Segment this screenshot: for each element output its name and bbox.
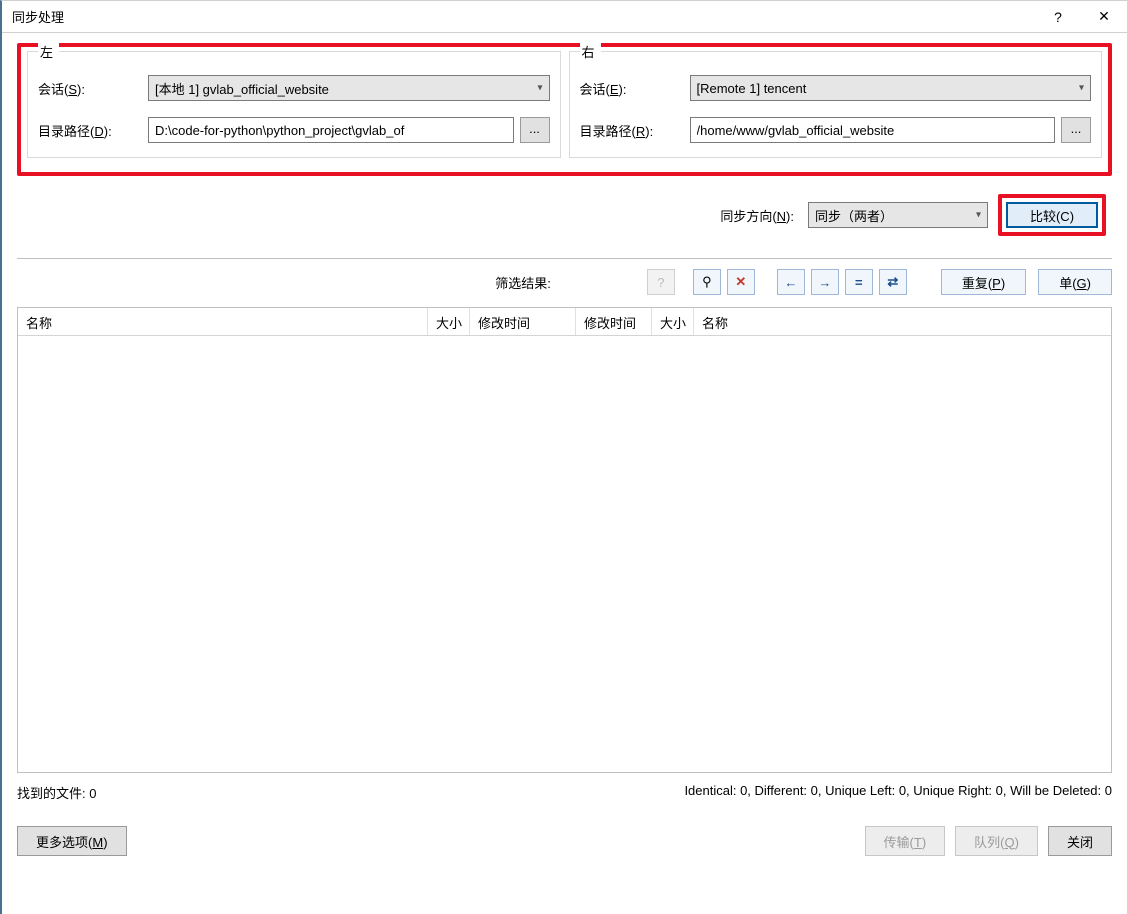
right-path-row: 目录路径(R): ... (580, 117, 1092, 143)
right-path-input[interactable] (690, 117, 1056, 143)
right-panel: 右 会话(E): [Remote 1] tencent ▾ 目录路径(R): .… (569, 51, 1103, 158)
sessions-highlight: 左 会话(S): [本地 1] gvlab_official_website ▾… (17, 43, 1112, 176)
left-browse-button[interactable]: ... (520, 117, 550, 143)
queue-button[interactable]: 队列(Q) (955, 826, 1038, 856)
left-path-label: 目录路径(D): (38, 121, 148, 140)
filter-label: 筛选结果: (17, 273, 641, 292)
left-panel: 左 会话(S): [本地 1] gvlab_official_website ▾… (27, 51, 561, 158)
right-legend: 右 (580, 42, 601, 61)
col-size-left[interactable]: 大小 (428, 308, 470, 335)
col-name-left[interactable]: 名称 (18, 308, 428, 335)
content: 左 会话(S): [本地 1] gvlab_official_website ▾… (2, 33, 1127, 236)
clear-filter-button[interactable]: ✕ (727, 269, 755, 295)
right-arrow-icon[interactable]: → (811, 269, 839, 295)
transfer-button[interactable]: 传输(T) (865, 826, 946, 856)
left-arrow-icon[interactable]: ← (777, 269, 805, 295)
sync-direction-label: 同步方向(N): (720, 206, 794, 225)
window-title: 同步处理 (12, 7, 1035, 26)
col-size-right[interactable]: 大小 (652, 308, 694, 335)
left-legend: 左 (38, 42, 59, 61)
close-dialog-button[interactable]: 关闭 (1048, 826, 1112, 856)
titlebar: 同步处理 ? ✕ (2, 1, 1127, 33)
chevron-down-icon: ▾ (537, 83, 542, 94)
col-mtime-left[interactable]: 修改时间 (470, 308, 576, 335)
single-button[interactable]: 单(G) (1038, 269, 1112, 295)
equal-icon[interactable]: = (845, 269, 873, 295)
left-path-input[interactable] (148, 117, 514, 143)
left-session-combo[interactable]: [本地 1] gvlab_official_website ▾ (148, 75, 550, 101)
found-summary: Identical: 0, Different: 0, Unique Left:… (96, 783, 1112, 802)
sync-direction-combo[interactable]: 同步（两者） ▾ (808, 202, 988, 228)
found-count: 找到的文件: 0 (17, 783, 96, 802)
right-session-label: 会话(E): (580, 79, 690, 98)
more-options-button[interactable]: 更多选项(M) (17, 826, 127, 856)
col-mtime-right[interactable]: 修改时间 (576, 308, 652, 335)
chevron-down-icon: ▾ (976, 210, 981, 221)
table-header: 名称 大小 修改时间 修改时间 大小 名称 (18, 308, 1111, 336)
left-session-row: 会话(S): [本地 1] gvlab_official_website ▾ (38, 75, 550, 101)
found-row: 找到的文件: 0 Identical: 0, Different: 0, Uni… (2, 773, 1127, 802)
right-browse-button[interactable]: ... (1061, 117, 1091, 143)
left-session-label: 会话(S): (38, 79, 148, 98)
close-button[interactable]: ✕ (1081, 1, 1127, 33)
compare-button[interactable]: 比较(C) (1006, 202, 1098, 228)
col-name-right[interactable]: 名称 (694, 308, 1111, 335)
right-session-value: [Remote 1] tencent (697, 81, 807, 96)
right-session-combo[interactable]: [Remote 1] tencent ▾ (690, 75, 1092, 101)
results-table: 名称 大小 修改时间 修改时间 大小 名称 (17, 307, 1112, 773)
left-session-value: [本地 1] gvlab_official_website (155, 79, 329, 98)
filter-row: 筛选结果: ? ⚲ ✕ ← → = ⇄ 重复(P) 单(G) (2, 259, 1127, 295)
bottom-row: 更多选项(M) 传输(T) 队列(Q) 关闭 (2, 802, 1127, 856)
repeat-button[interactable]: 重复(P) (941, 269, 1026, 295)
compare-highlight: 比较(C) (998, 194, 1106, 236)
help-button[interactable]: ? (1035, 1, 1081, 33)
sync-row: 同步方向(N): 同步（两者） ▾ 比较(C) (17, 194, 1112, 236)
sync-direction-value: 同步（两者） (815, 206, 893, 225)
right-session-row: 会话(E): [Remote 1] tencent ▾ (580, 75, 1092, 101)
filter-help-button[interactable]: ? (647, 269, 675, 295)
left-path-row: 目录路径(D): ... (38, 117, 550, 143)
panels: 左 会话(S): [本地 1] gvlab_official_website ▾… (21, 47, 1108, 172)
chevron-down-icon: ▾ (1079, 83, 1084, 94)
pin-icon[interactable]: ⚲ (693, 269, 721, 295)
right-path-label: 目录路径(R): (580, 121, 690, 140)
diff-icon[interactable]: ⇄ (879, 269, 907, 295)
